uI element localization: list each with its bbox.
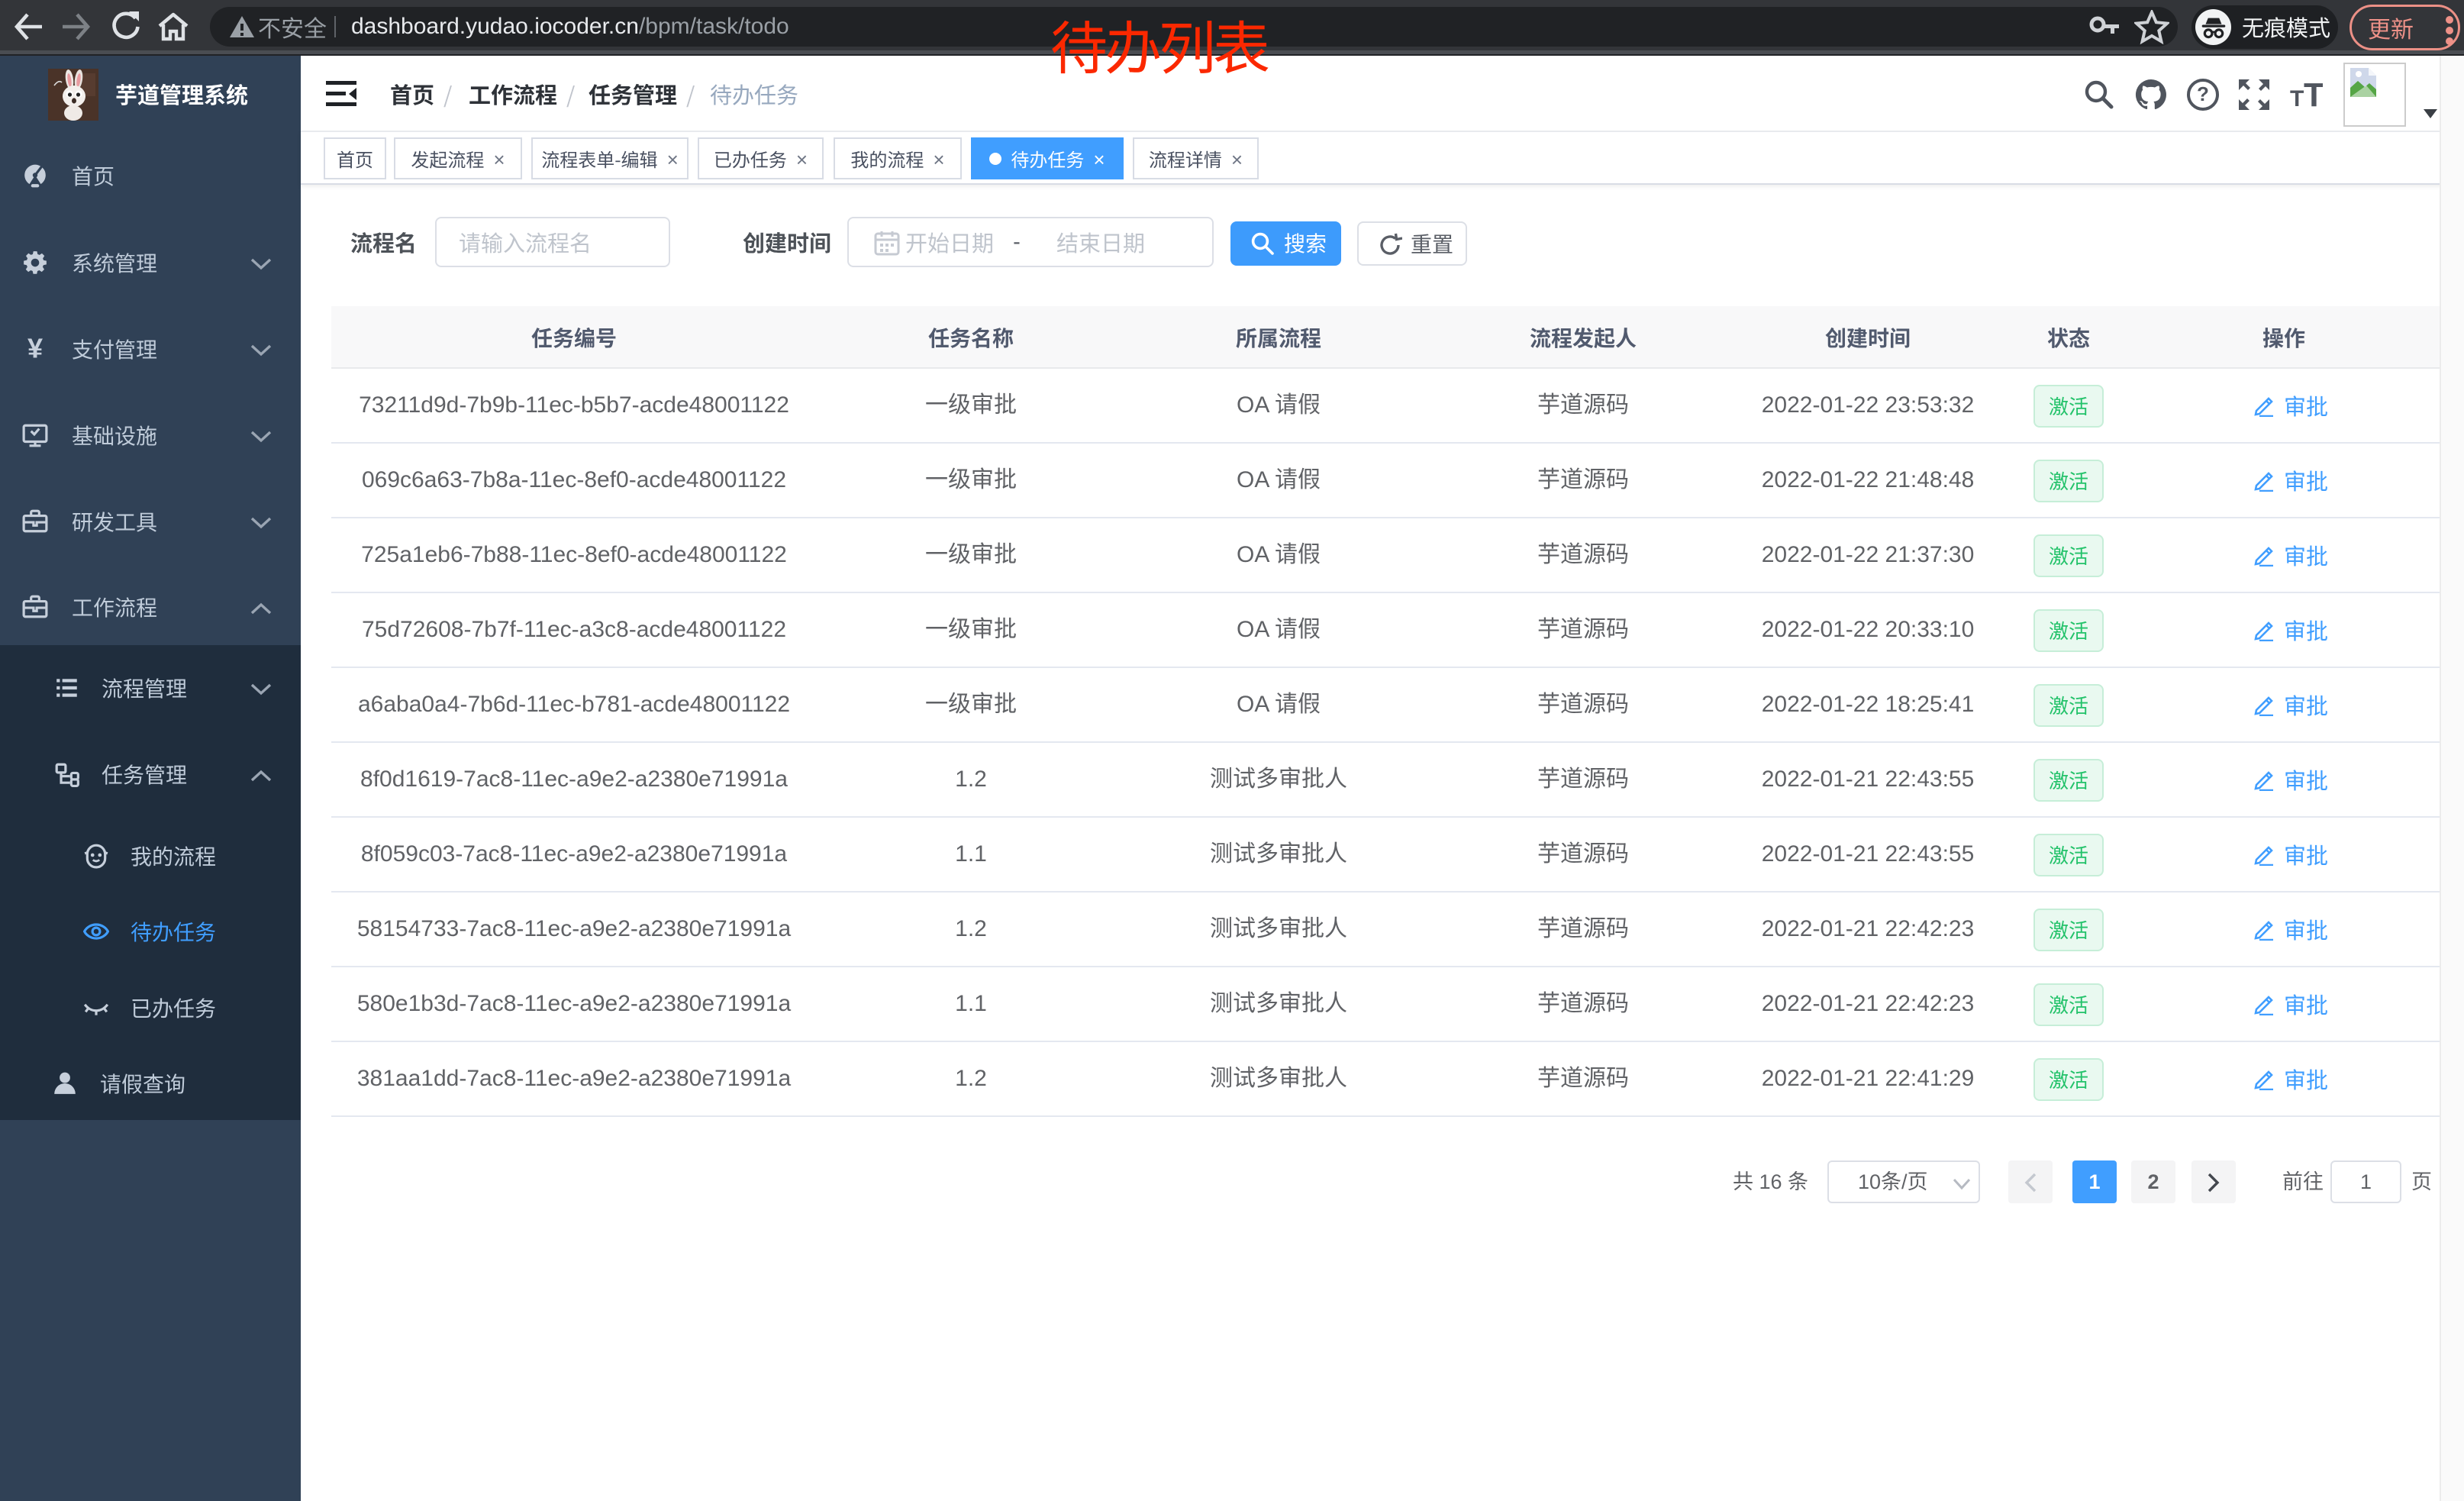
svg-text:¥: ¥ [27, 336, 43, 362]
svg-text:T: T [2290, 86, 2304, 111]
svg-text:?: ? [2197, 82, 2209, 105]
svg-text:T: T [2304, 78, 2323, 111]
